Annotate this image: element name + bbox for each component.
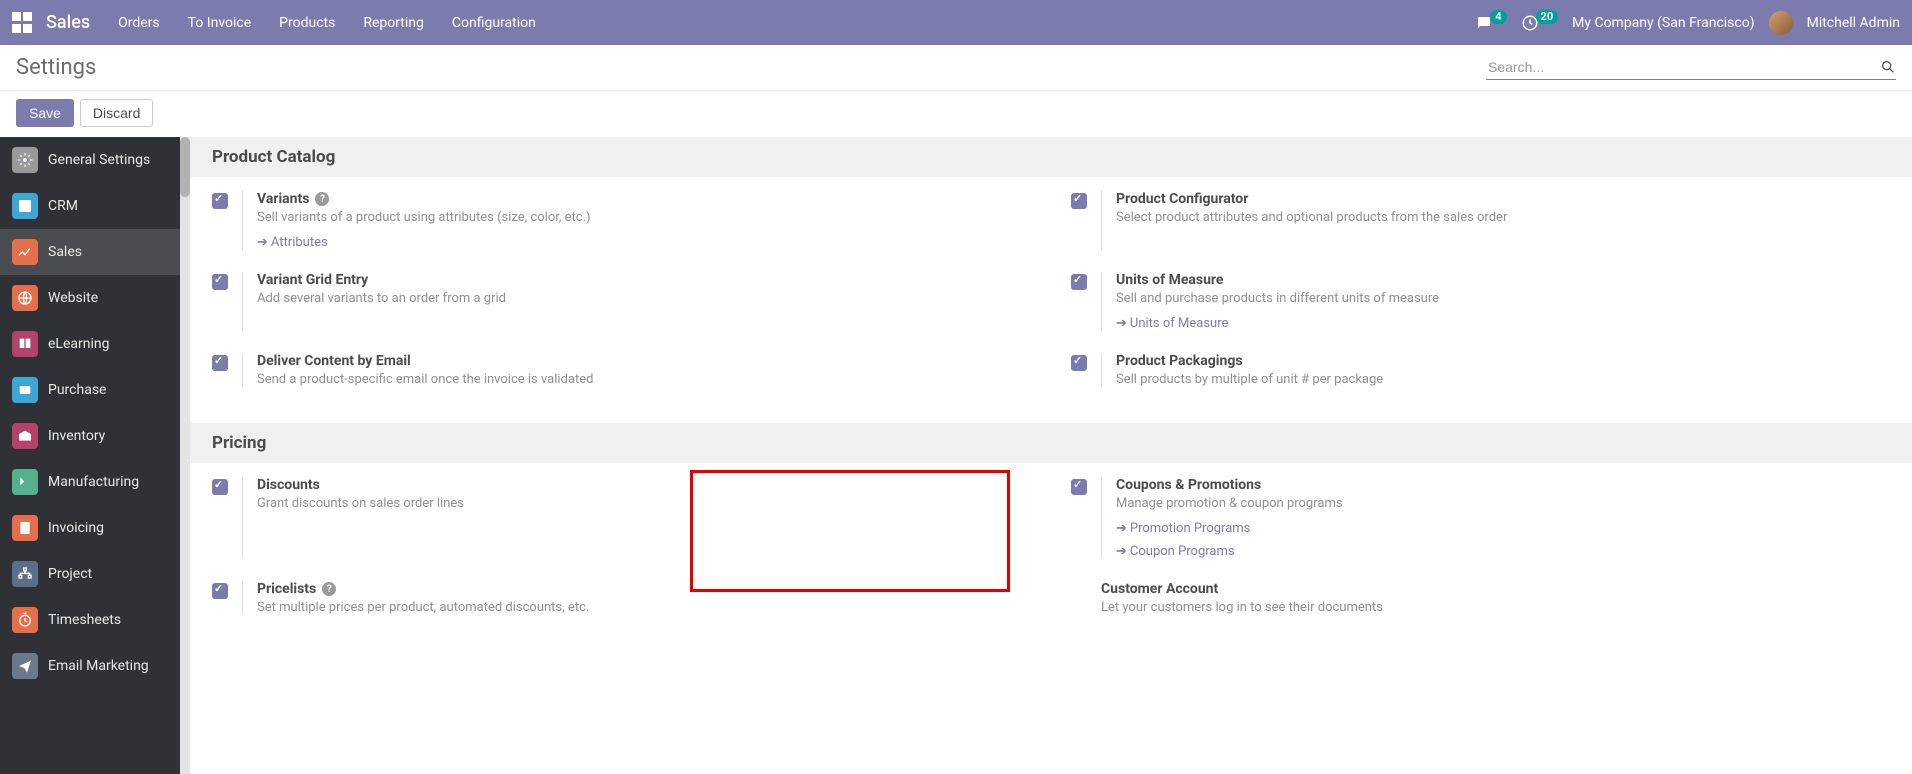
sidebar-item-label: Sales	[48, 244, 82, 260]
checkbox-configurator[interactable]	[1071, 193, 1087, 209]
setting-grid-title: Variant Grid Entry	[257, 272, 368, 288]
activity-indicator[interactable]: 20	[1521, 14, 1559, 32]
arrow-icon: ➔	[1116, 316, 1127, 331]
chat-indicator[interactable]: 4	[1475, 14, 1506, 32]
subheader: Settings	[0, 45, 1912, 91]
apps-icon[interactable]	[12, 12, 34, 34]
sidebar-item-label: General Settings	[48, 152, 150, 168]
discard-button[interactable]: Discard	[80, 99, 153, 127]
menu-configuration[interactable]: Configuration	[452, 15, 536, 31]
link-attributes[interactable]: ➔Attributes	[257, 235, 1031, 250]
settings-content: Product Catalog Variants? Sell variants …	[190, 137, 1912, 774]
sidebar-item-timesheets[interactable]: Timesheets	[0, 597, 180, 643]
top-menu: Orders To Invoice Products Reporting Con…	[118, 15, 536, 31]
chat-badge: 4	[1490, 10, 1506, 24]
section-product-catalog: Product Catalog	[190, 137, 1912, 177]
checkbox-variants[interactable]	[212, 193, 228, 209]
menu-reporting[interactable]: Reporting	[363, 15, 424, 31]
sidebar-item-email-marketing[interactable]: Email Marketing	[0, 643, 180, 689]
sidebar-item-label: Timesheets	[48, 612, 121, 628]
search-input[interactable]	[1486, 55, 1874, 79]
checkbox-packaging[interactable]	[1071, 355, 1087, 371]
setting-discounts-title: Discounts	[257, 477, 320, 493]
avatar[interactable]	[1769, 11, 1793, 35]
app-brand[interactable]: Sales	[46, 12, 90, 33]
checkbox-uom[interactable]	[1071, 274, 1087, 290]
setting-configurator-desc: Select product attributes and optional p…	[1116, 210, 1890, 225]
link-promotion-programs[interactable]: ➔Promotion Programs	[1116, 521, 1890, 536]
setting-pricelists-desc: Set multiple prices per product, automat…	[257, 600, 1031, 615]
setting-configurator-title: Product Configurator	[1116, 191, 1248, 207]
setting-uom-desc: Sell and purchase products in different …	[1116, 291, 1890, 306]
sidebar-item-label: Email Marketing	[48, 658, 149, 674]
checkbox-deliver[interactable]	[212, 355, 228, 371]
checkbox-pricelists[interactable]	[212, 583, 228, 599]
sidebar-item-elearning[interactable]: eLearning	[0, 321, 180, 367]
sidebar-item-invoicing[interactable]: Invoicing	[0, 505, 180, 551]
menu-orders[interactable]: Orders	[118, 15, 160, 31]
sidebar-item-website[interactable]: Website	[0, 275, 180, 321]
sidebar-item-label: Inventory	[48, 428, 105, 444]
sidebar-item-label: Manufacturing	[48, 474, 139, 490]
setting-customer-account-desc: Let your customers log in to see their d…	[1101, 600, 1890, 615]
sidebar-item-sales[interactable]: Sales	[0, 229, 180, 275]
arrow-icon: ➔	[1116, 521, 1127, 536]
sidebar-item-label: Website	[48, 290, 98, 306]
setting-grid-desc: Add several variants to an order from a …	[257, 291, 1031, 306]
user-name[interactable]: Mitchell Admin	[1807, 15, 1900, 31]
sidebar-item-label: Purchase	[48, 382, 106, 398]
menu-to-invoice[interactable]: To Invoice	[188, 15, 252, 31]
setting-pricelists-title: Pricelists	[257, 581, 316, 597]
search-icon[interactable]	[1880, 59, 1896, 75]
settings-sidebar: General Settings CRM Sales Website eLear…	[0, 137, 180, 774]
section-pricing: Pricing	[190, 423, 1912, 463]
save-button[interactable]: Save	[16, 99, 74, 127]
help-icon[interactable]: ?	[322, 582, 336, 596]
arrow-icon: ➔	[1116, 544, 1127, 559]
sidebar-item-inventory[interactable]: Inventory	[0, 413, 180, 459]
help-icon[interactable]: ?	[315, 192, 329, 206]
sidebar-item-crm[interactable]: CRM	[0, 183, 180, 229]
setting-packaging-title: Product Packagings	[1116, 353, 1243, 369]
sidebar-item-general-settings[interactable]: General Settings	[0, 137, 180, 183]
checkbox-coupons[interactable]	[1071, 479, 1087, 495]
setting-coupons-desc: Manage promotion & coupon programs	[1116, 496, 1890, 511]
search-wrap	[1486, 55, 1896, 80]
top-navbar: Sales Orders To Invoice Products Reporti…	[0, 0, 1912, 45]
company-name[interactable]: My Company (San Francisco)	[1572, 15, 1754, 31]
checkbox-discounts[interactable]	[212, 479, 228, 495]
sidebar-item-project[interactable]: Project	[0, 551, 180, 597]
sidebar-item-label: Invoicing	[48, 520, 104, 536]
setting-variants-title: Variants	[257, 191, 309, 207]
sidebar-item-label: CRM	[48, 198, 78, 214]
setting-variants-desc: Sell variants of a product using attribu…	[257, 210, 1031, 225]
setting-uom-title: Units of Measure	[1116, 272, 1223, 288]
link-uom[interactable]: ➔Units of Measure	[1116, 316, 1890, 331]
link-coupon-programs[interactable]: ➔Coupon Programs	[1116, 544, 1890, 559]
sidebar-item-label: eLearning	[48, 336, 109, 352]
action-bar: Save Discard	[0, 91, 1912, 137]
menu-products[interactable]: Products	[279, 15, 335, 31]
setting-deliver-title: Deliver Content by Email	[257, 353, 411, 369]
arrow-icon: ➔	[257, 235, 268, 250]
sidebar-item-manufacturing[interactable]: Manufacturing	[0, 459, 180, 505]
sidebar-item-label: Project	[48, 566, 92, 582]
setting-customer-account-title: Customer Account	[1101, 581, 1218, 597]
sidebar-item-purchase[interactable]: Purchase	[0, 367, 180, 413]
setting-packaging-desc: Sell products by multiple of unit # per …	[1116, 372, 1890, 387]
checkbox-grid[interactable]	[212, 274, 228, 290]
sidebar-scrollbar[interactable]	[180, 137, 190, 774]
activity-badge: 20	[1536, 10, 1559, 24]
page-title: Settings	[16, 55, 96, 80]
setting-deliver-desc: Send a product-specific email once the i…	[257, 372, 1031, 387]
setting-coupons-title: Coupons & Promotions	[1116, 477, 1261, 493]
setting-discounts-desc: Grant discounts on sales order lines	[257, 496, 1031, 511]
